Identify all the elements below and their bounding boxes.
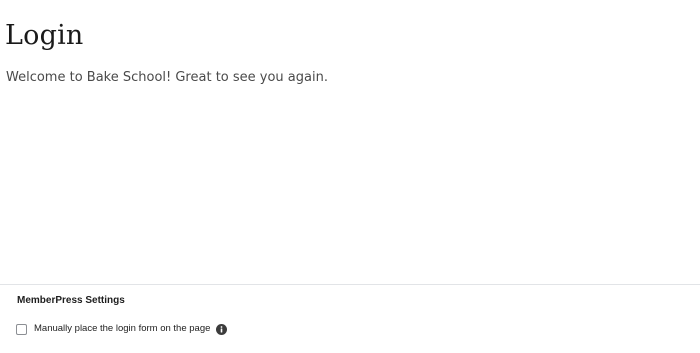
info-icon[interactable] xyxy=(216,323,228,335)
manual-login-option[interactable]: Manually place the login form on the pag… xyxy=(16,321,228,337)
manual-login-checkbox[interactable] xyxy=(16,323,27,335)
manual-login-label: Manually place the login form on the pag… xyxy=(34,323,211,334)
memberpress-settings-panel: MemberPress Settings Manually place the … xyxy=(0,284,700,353)
page-content: Login Welcome to Bake School! Great to s… xyxy=(0,0,700,284)
settings-heading: MemberPress Settings xyxy=(17,295,125,306)
page-title[interactable]: Login xyxy=(5,17,84,55)
page-intro-text[interactable]: Welcome to Bake School! Great to see you… xyxy=(6,68,328,88)
